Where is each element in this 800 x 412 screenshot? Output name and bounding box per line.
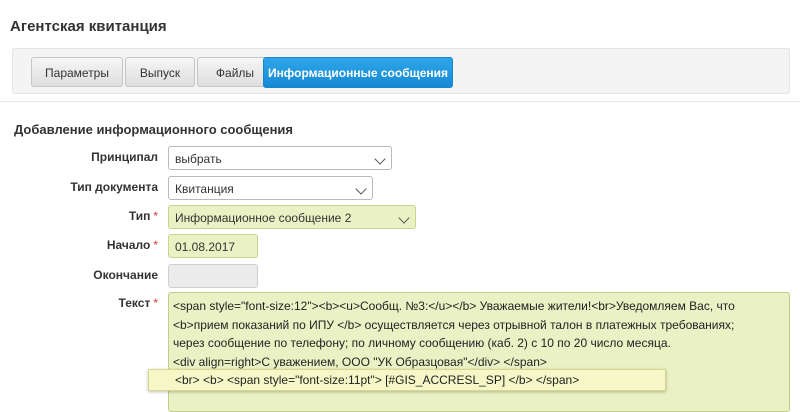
principal-select-value: выбрать — [175, 152, 222, 166]
autocomplete-tooltip[interactable]: <br> <b> <span style="font-size:11pt"> [… — [148, 369, 666, 391]
end-label-text: Окончание — [93, 268, 158, 282]
textarea-line: через сообщение по телефону; по личному … — [173, 336, 671, 350]
principal-label: Принципал — [8, 150, 158, 164]
chevron-down-icon — [355, 183, 367, 195]
type-label: Тип * — [8, 209, 158, 223]
principal-label-text: Принципал — [91, 150, 158, 164]
chevron-down-icon — [398, 212, 410, 224]
doc-type-label-text: Тип документа — [70, 180, 158, 194]
tab-parameters[interactable]: Параметры — [31, 57, 123, 87]
required-mark: * — [153, 238, 158, 252]
start-label: Начало * — [8, 238, 158, 252]
chevron-down-icon — [374, 153, 386, 165]
textarea-line: <b>прием показаний по ИПУ </b> осуществл… — [173, 317, 735, 332]
start-label-text: Начало — [106, 238, 151, 252]
text-label: Текст * — [8, 296, 158, 310]
tab-release[interactable]: Выпуск — [125, 57, 195, 87]
message-textarea[interactable]: <span style="font-size:12"><b><u>Сообщ. … — [168, 292, 790, 412]
type-label-text: Тип — [128, 209, 151, 223]
divider — [0, 101, 800, 102]
start-date-value: 01.08.2017 — [175, 240, 236, 254]
end-date-input[interactable] — [168, 264, 258, 288]
doc-type-select[interactable]: Квитанция — [168, 176, 373, 200]
type-select-value: Информационное сообщение 2 — [175, 211, 352, 225]
principal-select[interactable]: выбрать — [168, 146, 392, 170]
page-title: Агентская квитанция — [10, 18, 167, 35]
type-select[interactable]: Информационное сообщение 2 — [168, 205, 416, 229]
textarea-line: <span style="font-size:12"><b><u>Сообщ. … — [173, 299, 735, 313]
form-title: Добавление информационного сообщения — [14, 122, 294, 137]
end-label: Окончание — [8, 268, 158, 282]
doc-type-select-value: Квитанция — [175, 182, 234, 196]
required-mark: * — [153, 209, 158, 223]
text-label-text: Текст — [118, 296, 151, 310]
required-mark: * — [153, 296, 158, 310]
tab-bar: Параметры Выпуск Файлы Информационные со… — [12, 48, 790, 94]
tab-files[interactable]: Файлы — [197, 57, 273, 87]
doc-type-label: Тип документа — [8, 180, 158, 194]
tab-info-messages[interactable]: Информационные сообщения — [263, 57, 453, 88]
start-date-input[interactable]: 01.08.2017 — [168, 234, 258, 258]
